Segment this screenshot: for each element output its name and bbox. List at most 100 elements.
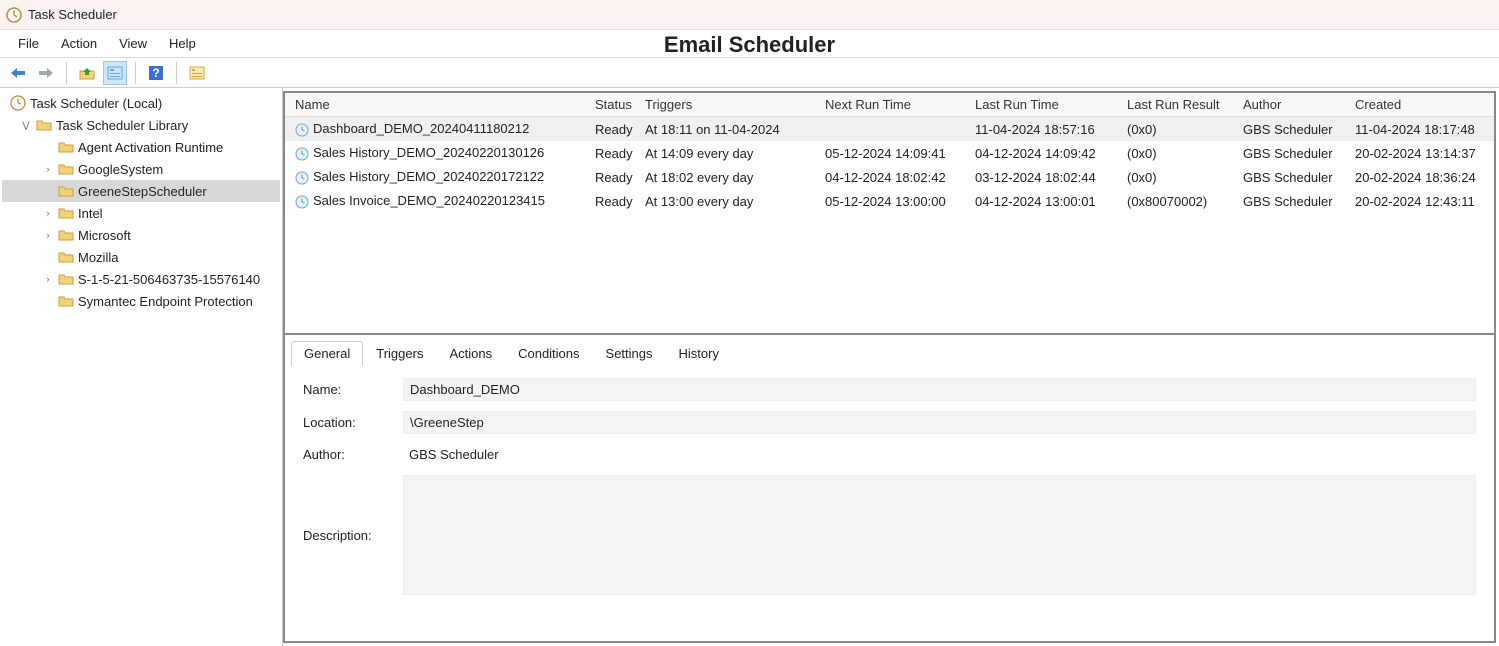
task-list-header: Name Status Triggers Next Run Time Last … [285,93,1494,117]
main-area: Task Scheduler (Local) ⋁ Task Scheduler … [0,88,1499,646]
window-title: Task Scheduler [28,7,117,22]
tree-item-googlesystem[interactable]: › GoogleSystem [2,158,280,180]
content-pane: Name Status Triggers Next Run Time Last … [283,91,1496,643]
tab-settings[interactable]: Settings [593,341,666,366]
detail-location-value: \GreeneStep [403,411,1476,434]
task-row[interactable]: Dashboard_DEMO_20240411180212ReadyAt 18:… [285,117,1494,141]
tab-triggers[interactable]: Triggers [363,341,436,366]
detail-name-label: Name: [303,382,403,397]
col-author[interactable]: Author [1237,97,1349,112]
toolbar-separator [66,62,67,84]
menu-action[interactable]: Action [51,32,107,55]
task-row[interactable]: Sales History_DEMO_20240220130126ReadyAt… [285,141,1494,165]
tree-item-microsoft[interactable]: › Microsoft [2,224,280,246]
task-cell-status: Ready [589,170,639,185]
task-cell-status: Ready [589,146,639,161]
task-cell-status: Ready [589,122,639,137]
back-button[interactable] [6,61,30,85]
task-cell-next: 04-12-2024 18:02:42 [819,170,969,185]
task-cell-next: 05-12-2024 13:00:00 [819,194,969,209]
task-cell-status: Ready [589,194,639,209]
detail-tabs: General Triggers Actions Conditions Sett… [285,335,1494,366]
task-row[interactable]: Sales History_DEMO_20240220172122ReadyAt… [285,165,1494,189]
task-cell-triggers: At 13:00 every day [639,194,819,209]
detail-location-label: Location: [303,415,403,430]
task-detail-pane: General Triggers Actions Conditions Sett… [285,335,1494,641]
col-last-run[interactable]: Last Run Time [969,97,1121,112]
task-cell-author: GBS Scheduler [1237,194,1349,209]
tree-library[interactable]: ⋁ Task Scheduler Library [2,114,280,136]
task-cell-author: GBS Scheduler [1237,122,1349,137]
toolbar: ? [0,58,1499,88]
task-cell-name: Dashboard_DEMO_20240411180212 [289,121,589,137]
folder-icon [58,140,74,154]
col-next-run[interactable]: Next Run Time [819,97,969,112]
view-tasks-button[interactable] [185,61,209,85]
tree-item-mozilla[interactable]: Mozilla [2,246,280,268]
tree-item-label: S-1-5-21-506463735-15576140 [78,272,260,287]
folder-icon [58,184,74,198]
tab-general[interactable]: General [291,341,363,366]
task-cell-triggers: At 14:09 every day [639,146,819,161]
expand-icon[interactable]: ⋁ [20,120,32,131]
menu-file[interactable]: File [8,32,49,55]
tree-item-agent-activation-runtime[interactable]: Agent Activation Runtime [2,136,280,158]
toolbar-separator-2 [135,62,136,84]
task-row[interactable]: Sales Invoice_DEMO_20240220123415ReadyAt… [285,189,1494,213]
tree-item-s-1-5-21-506463735-15576140[interactable]: › S-1-5-21-506463735-15576140 [2,268,280,290]
tree-pane: Task Scheduler (Local) ⋁ Task Scheduler … [0,88,283,646]
title-bar: Task Scheduler [0,0,1499,30]
task-cell-last: 04-12-2024 14:09:42 [969,146,1121,161]
menu-bar: File Action View Help Email Scheduler [0,30,1499,58]
tab-conditions[interactable]: Conditions [505,341,592,366]
tab-actions[interactable]: Actions [436,341,505,366]
clock-icon [10,95,26,111]
properties-button[interactable] [103,61,127,85]
folder-icon [58,228,74,242]
folder-icon [58,206,74,220]
detail-name-value[interactable]: Dashboard_DEMO [403,378,1476,401]
expand-icon[interactable]: › [42,230,54,240]
task-cell-created: 20-02-2024 12:43:11 [1349,194,1494,209]
task-cell-last: 11-04-2024 18:57:16 [969,122,1121,137]
task-cell-triggers: At 18:11 on 11-04-2024 [639,122,819,137]
col-created[interactable]: Created [1349,97,1494,112]
task-cell-last: 03-12-2024 18:02:44 [969,170,1121,185]
task-cell-created: 20-02-2024 18:36:24 [1349,170,1494,185]
menu-view[interactable]: View [109,32,157,55]
tree-item-label: GoogleSystem [78,162,163,177]
tree-item-label: Agent Activation Runtime [78,140,223,155]
col-status[interactable]: Status [589,97,639,112]
task-cell-name: Sales Invoice_DEMO_20240220123415 [289,193,589,209]
menu-help[interactable]: Help [159,32,206,55]
tree-root-label: Task Scheduler (Local) [30,96,162,111]
col-triggers[interactable]: Triggers [639,97,819,112]
svg-text:?: ? [152,66,159,80]
col-name[interactable]: Name [289,97,589,112]
detail-author-value: GBS Scheduler [403,444,1476,465]
detail-body: Name: Dashboard_DEMO Location: \GreeneSt… [285,366,1494,641]
detail-author-label: Author: [303,447,403,462]
folder-icon [58,250,74,264]
tree-item-intel[interactable]: ›Intel [2,202,280,224]
tree-root[interactable]: Task Scheduler (Local) [2,92,280,114]
task-cell-result: (0x80070002) [1121,194,1237,209]
col-last-result[interactable]: Last Run Result [1121,97,1237,112]
tree-item-symantec-endpoint-protection[interactable]: Symantec Endpoint Protection [2,290,280,312]
toolbar-separator-3 [176,62,177,84]
up-folder-button[interactable] [75,61,99,85]
forward-button[interactable] [34,61,58,85]
task-clock-icon [295,195,309,209]
tree-item-greenestepscheduler[interactable]: GreeneStepScheduler [2,180,280,202]
expand-icon[interactable]: › [42,274,54,284]
tab-history[interactable]: History [666,341,732,366]
task-cell-result: (0x0) [1121,146,1237,161]
folder-icon [58,272,74,286]
help-button[interactable]: ? [144,61,168,85]
task-cell-next: 05-12-2024 14:09:41 [819,146,969,161]
tree-item-label: Microsoft [78,228,131,243]
detail-description-value[interactable] [403,475,1476,595]
expand-icon[interactable]: › [42,208,54,218]
folder-icon [36,118,52,132]
expand-icon[interactable]: › [42,164,54,174]
